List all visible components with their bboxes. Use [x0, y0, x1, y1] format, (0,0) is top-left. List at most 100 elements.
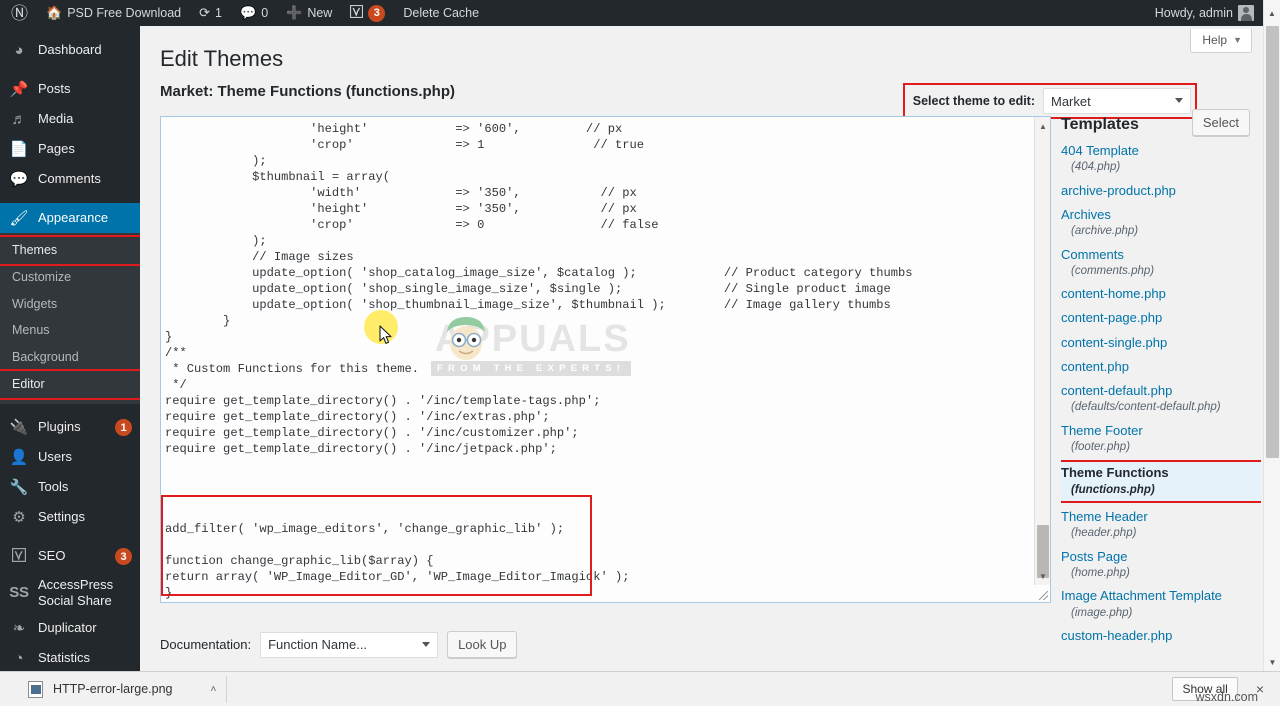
template-item-content-default[interactable]: content-default.php (defaults/content-de… [1061, 383, 1261, 415]
theme-selector-group: Select theme to edit: Market [905, 85, 1195, 117]
editor-scroll-up-arrow[interactable]: ▲ [1035, 118, 1051, 134]
template-file: (functions.php) [1061, 483, 1255, 497]
sidebar-item-duplicator[interactable]: ❧ Duplicator [0, 614, 140, 644]
adminbar-delete-cache[interactable]: Delete Cache [394, 0, 488, 26]
sidebar-item-statistics[interactable]: ◔ Statistics [0, 644, 140, 672]
menu-spacer-4 [0, 533, 140, 542]
sidebar-item-pages[interactable]: 📄 Pages [0, 134, 140, 164]
sidebar-item-tools[interactable]: 🔧 Tools [0, 473, 140, 503]
sidebar-item-plugins[interactable]: 🔌 Plugins 1 [0, 413, 140, 443]
submenu-item-widgets[interactable]: Widgets [0, 291, 140, 318]
submenu-item-themes[interactable]: Themes [0, 237, 140, 264]
home-icon: 🏠 [46, 5, 62, 21]
template-item-archive-product[interactable]: archive-product.php [1061, 183, 1261, 199]
adminbar-comments[interactable]: 💬 0 [231, 0, 277, 26]
sidebar-item-media[interactable]: ♬ Media [0, 104, 140, 134]
adminbar-seo[interactable]: 3 [341, 0, 394, 26]
submenu-label: Themes [12, 243, 57, 257]
template-item-comments[interactable]: Comments (comments.php) [1061, 247, 1261, 279]
submenu-item-customize[interactable]: Customize [0, 264, 140, 291]
template-item-posts-page[interactable]: Posts Page (home.php) [1061, 549, 1261, 581]
sidebar-item-appearance[interactable]: 🖌 Appearance [0, 203, 140, 233]
submenu-item-menus[interactable]: Menus [0, 317, 140, 344]
pin-icon: 📌 [9, 82, 29, 97]
sidebar-item-comments[interactable]: 💬 Comments [0, 164, 140, 194]
documentation-function-select[interactable]: Function Name... [260, 632, 438, 658]
page-scrollbar-thumb[interactable] [1266, 26, 1279, 458]
theme-select-label: Select theme to edit: [913, 94, 1035, 108]
adminbar-my-account[interactable]: Howdy, admin [1146, 0, 1254, 26]
sidebar-item-posts[interactable]: 📌 Posts [0, 74, 140, 104]
editor-resize-handle[interactable] [1034, 585, 1050, 602]
adminbar-new-content[interactable]: ➕ New [277, 0, 341, 26]
browser-download-bar: HTTP-error-large.png ˄ Show all × [0, 671, 1280, 706]
updates-count: 1 [215, 6, 222, 20]
wp-body: Help ▼ Edit Themes Market: Theme Functio… [140, 26, 1280, 671]
image-file-icon [28, 681, 43, 698]
theme-select-dropdown[interactable]: Market [1043, 88, 1191, 114]
template-file: (archive.php) [1061, 224, 1261, 238]
chevron-down-icon: ▼ [1233, 35, 1242, 45]
wordpress-logo-icon[interactable]: Ⓝ [0, 5, 37, 22]
template-name: content-single.php [1061, 335, 1167, 350]
yoast-seo-icon [350, 5, 363, 21]
template-item-theme-functions[interactable]: Theme Functions (functions.php) [1061, 462, 1261, 501]
template-item-archives[interactable]: Archives (archive.php) [1061, 207, 1261, 239]
howdy-label: Howdy, admin [1155, 6, 1233, 20]
look-up-button[interactable]: Look Up [447, 631, 517, 658]
template-name: Comments [1061, 247, 1124, 262]
template-item-content-home[interactable]: content-home.php [1061, 286, 1261, 302]
template-item-content[interactable]: content.php [1061, 359, 1261, 375]
sidebar-item-settings[interactable]: ⚙ Settings [0, 503, 140, 533]
documentation-row: Documentation: Function Name... Look Up [160, 631, 517, 658]
chevron-up-icon[interactable]: ˄ [210, 684, 216, 695]
page-scrollbar-down-arrow[interactable]: ▼ [1264, 654, 1280, 671]
template-item-custom-header[interactable]: custom-header.php [1061, 628, 1261, 644]
template-item-content-page[interactable]: content-page.php [1061, 310, 1261, 326]
adminbar-updates[interactable]: ⟳ 1 [190, 0, 231, 26]
sidebar-item-label: Tools [38, 479, 132, 495]
page-scrollbar[interactable]: ▼ [1263, 26, 1280, 671]
sidebar-item-seo[interactable]: SEO 3 [0, 542, 140, 572]
help-tab-wrap: Help ▼ [1190, 29, 1252, 53]
documentation-select-value: Function Name... [268, 637, 367, 652]
submenu-item-editor[interactable]: Editor [0, 371, 140, 398]
templates-panel: Templates 404 Template (404.php) archive… [1061, 116, 1261, 671]
share-nodes-icon: ❧ [9, 621, 29, 636]
template-item-theme-footer[interactable]: Theme Footer (footer.php) [1061, 423, 1261, 455]
plugins-update-badge: 1 [115, 419, 132, 436]
template-item-404[interactable]: 404 Template (404.php) [1061, 143, 1261, 175]
editor-scroll-down-arrow[interactable]: ▼ [1035, 568, 1051, 584]
new-label: New [307, 6, 332, 20]
download-item[interactable]: HTTP-error-large.png ˄ [22, 676, 227, 703]
sidebar-item-label: Media [38, 111, 132, 127]
help-label: Help [1202, 33, 1227, 47]
sidebar-item-label: Settings [38, 509, 132, 525]
documentation-label: Documentation: [160, 637, 251, 652]
template-name: content.php [1061, 359, 1129, 374]
theme-editor-textarea-wrap[interactable]: 'height' => '600', // px 'crop' => 1 // … [160, 116, 1051, 603]
menu-spacer-3 [0, 404, 140, 413]
sidebar-item-label: Users [38, 449, 132, 465]
template-item-content-single[interactable]: content-single.php [1061, 335, 1261, 351]
adminbar-site-name[interactable]: 🏠 PSD Free Download [37, 0, 190, 26]
page-scrollbar-up-arrow[interactable]: ▲ [1263, 0, 1280, 26]
submenu-item-background[interactable]: Background [0, 344, 140, 371]
help-tab-button[interactable]: Help ▼ [1190, 29, 1252, 53]
sidebar-item-accesspress-social-share[interactable]: SS AccessPress Social Share [0, 572, 140, 614]
template-item-image-attachment[interactable]: Image Attachment Template (image.php) [1061, 588, 1261, 620]
sidebar-item-label: Appearance [38, 210, 132, 226]
template-name: Theme Footer [1061, 423, 1143, 438]
submenu-label: Menus [12, 323, 50, 337]
theme-editor-code[interactable]: 'height' => '600', // px 'crop' => 1 // … [161, 117, 1034, 602]
template-name: content-page.php [1061, 310, 1162, 325]
sidebar-item-users[interactable]: 👤 Users [0, 443, 140, 473]
mouse-cursor [379, 325, 393, 345]
editor-scrollbar[interactable]: ▲ ▼ [1034, 117, 1050, 602]
template-file: (comments.php) [1061, 264, 1261, 278]
template-name: Image Attachment Template [1061, 588, 1222, 603]
sidebar-item-dashboard[interactable]: ◕ Dashboard [0, 35, 140, 65]
template-item-theme-header[interactable]: Theme Header (header.php) [1061, 509, 1261, 541]
plug-icon: 🔌 [9, 420, 29, 435]
sidebar-item-label: Posts [38, 81, 132, 97]
